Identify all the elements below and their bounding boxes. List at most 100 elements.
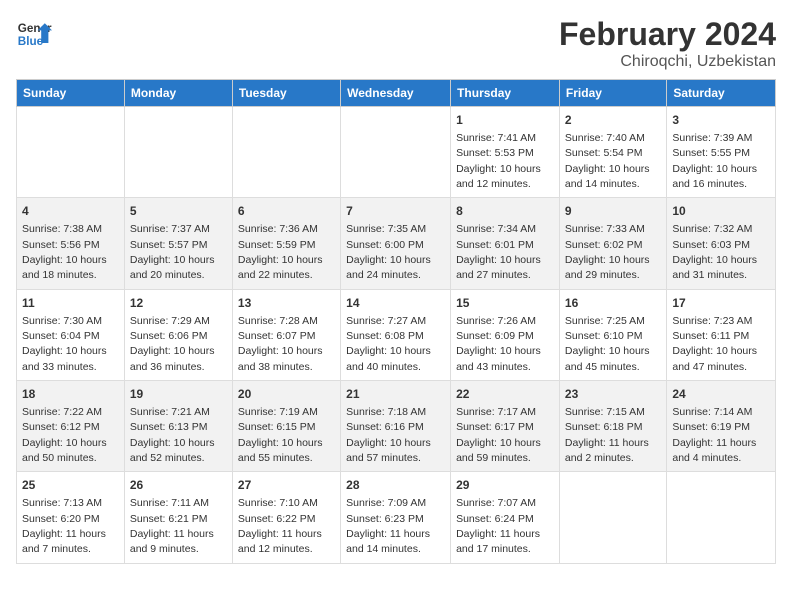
day-number: 28 [346, 477, 445, 494]
day-info: Sunrise: 7:17 AM Sunset: 6:17 PM Dayligh… [456, 406, 541, 464]
calendar-cell: 14 Sunrise: 7:27 AM Sunset: 6:08 PM Dayli… [341, 289, 451, 380]
day-info: Sunrise: 7:09 AM Sunset: 6:23 PM Dayligh… [346, 497, 430, 555]
calendar-cell [124, 107, 232, 198]
calendar-cell: 8 Sunrise: 7:34 AM Sunset: 6:01 PM Daylig… [451, 198, 560, 289]
calendar-cell: 26 Sunrise: 7:11 AM Sunset: 6:21 PM Dayli… [124, 472, 232, 563]
day-number: 6 [238, 203, 335, 220]
day-number: 13 [238, 295, 335, 312]
calendar-cell [341, 107, 451, 198]
calendar-cell: 25Sunrise: 7:13 AM Sunset: 6:20 PM Dayli… [17, 472, 125, 563]
day-number: 10 [672, 203, 770, 220]
day-info: Sunrise: 7:37 AM Sunset: 5:57 PM Dayligh… [130, 223, 215, 281]
calendar-cell: 18Sunrise: 7:22 AM Sunset: 6:12 PM Dayli… [17, 381, 125, 472]
calendar-cell: 27 Sunrise: 7:10 AM Sunset: 6:22 PM Dayli… [232, 472, 340, 563]
day-number: 4 [22, 203, 119, 220]
calendar-cell: 6Sunrise: 7:36 AM Sunset: 5:59 PM Daylig… [232, 198, 340, 289]
col-header-monday: Monday [124, 80, 232, 107]
col-header-friday: Friday [559, 80, 666, 107]
calendar-cell: 3 Sunrise: 7:39 AM Sunset: 5:55 PM Daylig… [667, 107, 776, 198]
calendar-cell: 19 Sunrise: 7:21 AM Sunset: 6:13 PM Dayli… [124, 381, 232, 472]
calendar-cell [559, 472, 666, 563]
day-info: Sunrise: 7:29 AM Sunset: 6:06 PM Dayligh… [130, 315, 215, 373]
day-info: Sunrise: 7:15 AM Sunset: 6:18 PM Dayligh… [565, 406, 649, 464]
day-info: Sunrise: 7:27 AM Sunset: 6:08 PM Dayligh… [346, 315, 431, 373]
day-number: 5 [130, 203, 227, 220]
day-info: Sunrise: 7:39 AM Sunset: 5:55 PM Dayligh… [672, 132, 757, 190]
day-info: Sunrise: 7:22 AM Sunset: 6:12 PM Dayligh… [22, 406, 107, 464]
logo-icon: General Blue [16, 16, 52, 52]
logo: General Blue [16, 16, 52, 52]
day-info: Sunrise: 7:11 AM Sunset: 6:21 PM Dayligh… [130, 497, 214, 555]
calendar-cell: 11 Sunrise: 7:30 AM Sunset: 6:04 PM Dayli… [17, 289, 125, 380]
week-row-0: 1 Sunrise: 7:41 AM Sunset: 5:53 PM Daylig… [17, 107, 776, 198]
day-number: 8 [456, 203, 554, 220]
day-number: 9 [565, 203, 661, 220]
page-header: General Blue February 2024 Chiroqchi, Uz… [16, 16, 776, 71]
day-number: 26 [130, 477, 227, 494]
day-number: 23 [565, 386, 661, 403]
day-number: 15 [456, 295, 554, 312]
day-info: Sunrise: 7:10 AM Sunset: 6:22 PM Dayligh… [238, 497, 322, 555]
day-number: 11 [22, 295, 119, 312]
day-number: 16 [565, 295, 661, 312]
day-info: Sunrise: 7:26 AM Sunset: 6:09 PM Dayligh… [456, 315, 541, 373]
day-info: Sunrise: 7:30 AM Sunset: 6:04 PM Dayligh… [22, 315, 107, 373]
calendar-table: SundayMondayTuesdayWednesdayThursdayFrid… [16, 79, 776, 564]
calendar-cell: 24Sunrise: 7:14 AM Sunset: 6:19 PM Dayli… [667, 381, 776, 472]
day-info: Sunrise: 7:23 AM Sunset: 6:11 PM Dayligh… [672, 315, 757, 373]
day-number: 20 [238, 386, 335, 403]
calendar-cell: 28 Sunrise: 7:09 AM Sunset: 6:23 PM Dayli… [341, 472, 451, 563]
day-info: Sunrise: 7:19 AM Sunset: 6:15 PM Dayligh… [238, 406, 323, 464]
day-info: Sunrise: 7:41 AM Sunset: 5:53 PM Dayligh… [456, 132, 541, 190]
subtitle: Chiroqchi, Uzbekistan [559, 53, 776, 71]
col-header-wednesday: Wednesday [341, 80, 451, 107]
day-number: 29 [456, 477, 554, 494]
day-info: Sunrise: 7:33 AM Sunset: 6:02 PM Dayligh… [565, 223, 650, 281]
col-header-tuesday: Tuesday [232, 80, 340, 107]
calendar-cell: 13 Sunrise: 7:28 AM Sunset: 6:07 PM Dayli… [232, 289, 340, 380]
day-number: 22 [456, 386, 554, 403]
week-row-2: 11 Sunrise: 7:30 AM Sunset: 6:04 PM Dayli… [17, 289, 776, 380]
day-info: Sunrise: 7:32 AM Sunset: 6:03 PM Dayligh… [672, 223, 757, 281]
calendar-cell: 17 Sunrise: 7:23 AM Sunset: 6:11 PM Dayli… [667, 289, 776, 380]
day-number: 17 [672, 295, 770, 312]
calendar-cell [232, 107, 340, 198]
calendar-cell: 12 Sunrise: 7:29 AM Sunset: 6:06 PM Dayli… [124, 289, 232, 380]
day-number: 27 [238, 477, 335, 494]
main-title: February 2024 [559, 16, 776, 53]
calendar-cell: 21Sunrise: 7:18 AM Sunset: 6:16 PM Dayli… [341, 381, 451, 472]
day-number: 7 [346, 203, 445, 220]
day-number: 2 [565, 112, 661, 129]
calendar-cell: 16 Sunrise: 7:25 AM Sunset: 6:10 PM Dayli… [559, 289, 666, 380]
day-info: Sunrise: 7:40 AM Sunset: 5:54 PM Dayligh… [565, 132, 650, 190]
day-number: 19 [130, 386, 227, 403]
col-header-sunday: Sunday [17, 80, 125, 107]
calendar-cell: 9 Sunrise: 7:33 AM Sunset: 6:02 PM Daylig… [559, 198, 666, 289]
col-header-thursday: Thursday [451, 80, 560, 107]
week-row-1: 4Sunrise: 7:38 AM Sunset: 5:56 PM Daylig… [17, 198, 776, 289]
day-info: Sunrise: 7:28 AM Sunset: 6:07 PM Dayligh… [238, 315, 323, 373]
day-info: Sunrise: 7:34 AM Sunset: 6:01 PM Dayligh… [456, 223, 541, 281]
calendar-cell: 7Sunrise: 7:35 AM Sunset: 6:00 PM Daylig… [341, 198, 451, 289]
day-info: Sunrise: 7:07 AM Sunset: 6:24 PM Dayligh… [456, 497, 540, 555]
day-number: 12 [130, 295, 227, 312]
calendar-cell: 10 Sunrise: 7:32 AM Sunset: 6:03 PM Dayli… [667, 198, 776, 289]
col-header-saturday: Saturday [667, 80, 776, 107]
calendar-cell: 2 Sunrise: 7:40 AM Sunset: 5:54 PM Daylig… [559, 107, 666, 198]
title-block: February 2024 Chiroqchi, Uzbekistan [559, 16, 776, 71]
day-number: 24 [672, 386, 770, 403]
week-row-3: 18Sunrise: 7:22 AM Sunset: 6:12 PM Dayli… [17, 381, 776, 472]
day-number: 3 [672, 112, 770, 129]
day-number: 14 [346, 295, 445, 312]
svg-text:Blue: Blue [18, 35, 44, 48]
calendar-cell: 5 Sunrise: 7:37 AM Sunset: 5:57 PM Daylig… [124, 198, 232, 289]
day-number: 1 [456, 112, 554, 129]
day-info: Sunrise: 7:13 AM Sunset: 6:20 PM Dayligh… [22, 497, 106, 555]
day-number: 21 [346, 386, 445, 403]
calendar-cell: 1 Sunrise: 7:41 AM Sunset: 5:53 PM Daylig… [451, 107, 560, 198]
calendar-cell [667, 472, 776, 563]
calendar-cell: 22 Sunrise: 7:17 AM Sunset: 6:17 PM Dayli… [451, 381, 560, 472]
day-info: Sunrise: 7:25 AM Sunset: 6:10 PM Dayligh… [565, 315, 650, 373]
calendar-cell: 29 Sunrise: 7:07 AM Sunset: 6:24 PM Dayli… [451, 472, 560, 563]
day-info: Sunrise: 7:21 AM Sunset: 6:13 PM Dayligh… [130, 406, 215, 464]
